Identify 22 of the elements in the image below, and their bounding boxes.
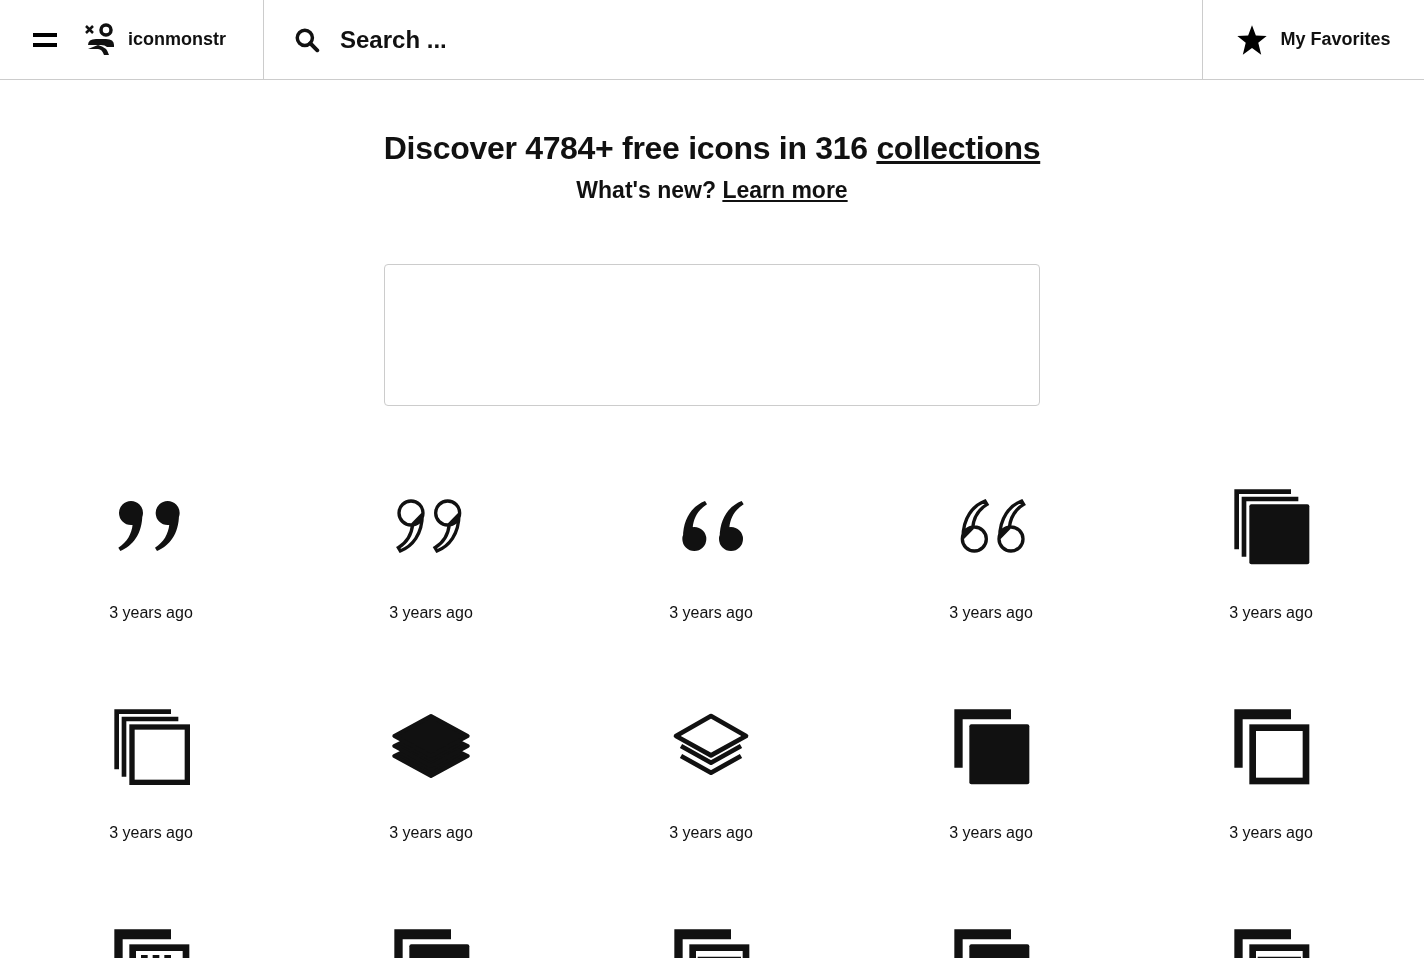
headline: Discover 4784+ free icons in 316 collections (383, 130, 1041, 167)
time-label: 3 years ago (949, 604, 1033, 622)
time-label: 3 years ago (389, 824, 473, 842)
time-label: 3 years ago (949, 824, 1033, 842)
favorites-link[interactable]: My Favorites (1236, 23, 1391, 56)
time-label: 3 years ago (1229, 604, 1313, 622)
squares-icon[interactable] (1231, 486, 1311, 566)
copy-icon[interactable] (1231, 706, 1311, 786)
logo-link[interactable]: iconmonstr (84, 22, 226, 57)
time-label: 3 years ago (1229, 824, 1313, 842)
time-label: 3 years ago (669, 604, 753, 622)
time-label: 3 years ago (109, 604, 193, 622)
collections-link[interactable]: collections (876, 130, 1041, 166)
time-label: 3 years ago (669, 824, 753, 842)
learn-more-link[interactable]: Learn more (722, 177, 848, 203)
squares-icon[interactable] (111, 706, 191, 786)
time-label: 3 years ago (109, 824, 193, 842)
time-label: 3 years ago (389, 604, 473, 622)
search-icon[interactable] (294, 26, 320, 53)
menu-icon[interactable] (33, 30, 57, 49)
copy-icon[interactable] (951, 706, 1031, 786)
whats-new-text: What's new? Learn more (576, 177, 848, 204)
